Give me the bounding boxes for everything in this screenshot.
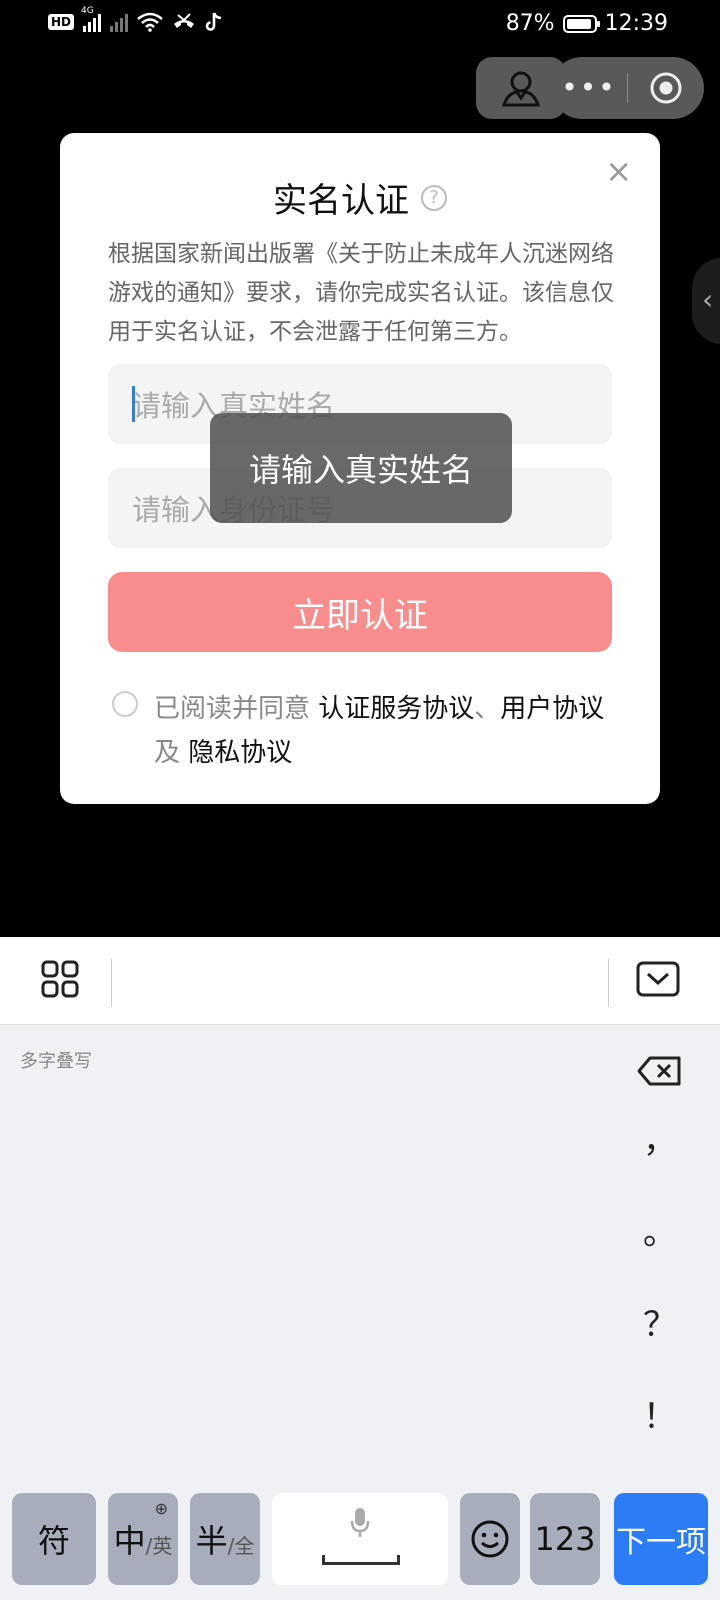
symbols-key[interactable]: 符 bbox=[12, 1493, 96, 1585]
space-key[interactable] bbox=[272, 1493, 448, 1585]
person-icon bbox=[501, 71, 541, 107]
hide-keyboard-icon[interactable] bbox=[636, 961, 680, 997]
dialog-description: 根据国家新闻出版署《关于防止未成年人沉迷网络游戏的通知》要求，请你完成实名认证。… bbox=[108, 241, 614, 345]
verify-button[interactable]: 立即认证 bbox=[108, 572, 612, 652]
full-sub-label: /全 bbox=[227, 1533, 255, 1558]
handwriting-keyboard[interactable]: 多字叠写 ， 。 ？ ！ 符 ⊕ 中/英 半/全 123 下一项 bbox=[0, 1025, 720, 1600]
chevron-left-icon: ‹ bbox=[702, 283, 714, 316]
clock: 12:39 bbox=[604, 11, 668, 36]
half-label: 半 bbox=[195, 1522, 228, 1560]
comma-key[interactable]: ， bbox=[630, 1113, 690, 1162]
microphone-icon bbox=[350, 1508, 370, 1537]
hd-badge: HD bbox=[48, 14, 75, 30]
signal-2-icon bbox=[110, 12, 129, 32]
status-icons-left: HD 4G bbox=[48, 6, 223, 32]
missed-call-icon bbox=[174, 13, 195, 28]
status-icons-right: 87% 12:39 bbox=[506, 11, 668, 36]
signal-icon: 4G bbox=[81, 6, 102, 32]
side-drawer-tab[interactable]: ‹ bbox=[692, 258, 720, 344]
privacy-agreement-link[interactable]: 隐私协议 bbox=[188, 738, 292, 768]
question-key[interactable]: ？ bbox=[630, 1297, 690, 1346]
space-bar-icon bbox=[322, 1555, 400, 1565]
period-key[interactable]: 。 bbox=[630, 1205, 690, 1254]
text-cursor bbox=[132, 386, 135, 422]
capsule-menu: ••• bbox=[551, 57, 704, 119]
dialog-title: 实名认证 bbox=[273, 181, 409, 221]
dialog-title-row: 实名认证? bbox=[60, 173, 660, 222]
network-type-label: 4G bbox=[81, 6, 94, 16]
keyboard-toolbar bbox=[0, 937, 720, 1025]
exclamation-key[interactable]: ！ bbox=[630, 1389, 690, 1438]
number-key[interactable]: 123 bbox=[530, 1493, 600, 1585]
backspace-icon[interactable] bbox=[636, 1055, 682, 1087]
toolbar-divider bbox=[111, 959, 112, 1007]
close-miniprogram-button[interactable] bbox=[628, 71, 704, 105]
toolbar-divider bbox=[608, 959, 609, 1007]
status-bar: HD 4G 87% 12:39 bbox=[0, 0, 720, 52]
next-field-key[interactable]: 下一项 bbox=[614, 1493, 708, 1585]
emoji-key[interactable] bbox=[460, 1493, 520, 1585]
en-sub-label: /英 bbox=[145, 1533, 173, 1558]
service-agreement-link[interactable]: 认证服务协议 bbox=[318, 694, 474, 724]
agreement-row: 已阅读并同意 认证服务协议、用户协议 及 隐私协议 bbox=[112, 687, 612, 775]
emoji-icon bbox=[471, 1520, 509, 1558]
tiktok-icon bbox=[205, 12, 222, 31]
target-close-icon bbox=[650, 72, 682, 104]
grid-menu-icon[interactable] bbox=[40, 959, 80, 999]
agree-separator: 、 bbox=[474, 694, 501, 724]
language-toggle-key[interactable]: ⊕ 中/英 bbox=[108, 1493, 178, 1585]
toast-message: 请输入真实姓名 bbox=[210, 413, 512, 523]
agree-and: 及 bbox=[154, 738, 189, 768]
wifi-icon bbox=[137, 12, 163, 32]
battery-icon bbox=[562, 14, 600, 33]
battery-percent: 87% bbox=[505, 11, 555, 36]
width-toggle-key[interactable]: 半/全 bbox=[190, 1493, 260, 1585]
zh-label: 中 bbox=[113, 1522, 146, 1560]
more-options-button[interactable]: ••• bbox=[551, 58, 627, 118]
agree-prefix: 已阅读并同意 bbox=[154, 694, 319, 724]
handwriting-mode-label: 多字叠写 bbox=[20, 1051, 92, 1072]
agreement-text: 已阅读并同意 认证服务协议、用户协议 及 隐私协议 bbox=[154, 687, 612, 775]
help-icon[interactable]: ? bbox=[421, 184, 447, 211]
globe-icon: ⊕ bbox=[154, 1499, 168, 1518]
agree-checkbox[interactable] bbox=[112, 691, 138, 717]
user-agreement-link[interactable]: 用户协议 bbox=[500, 694, 604, 724]
